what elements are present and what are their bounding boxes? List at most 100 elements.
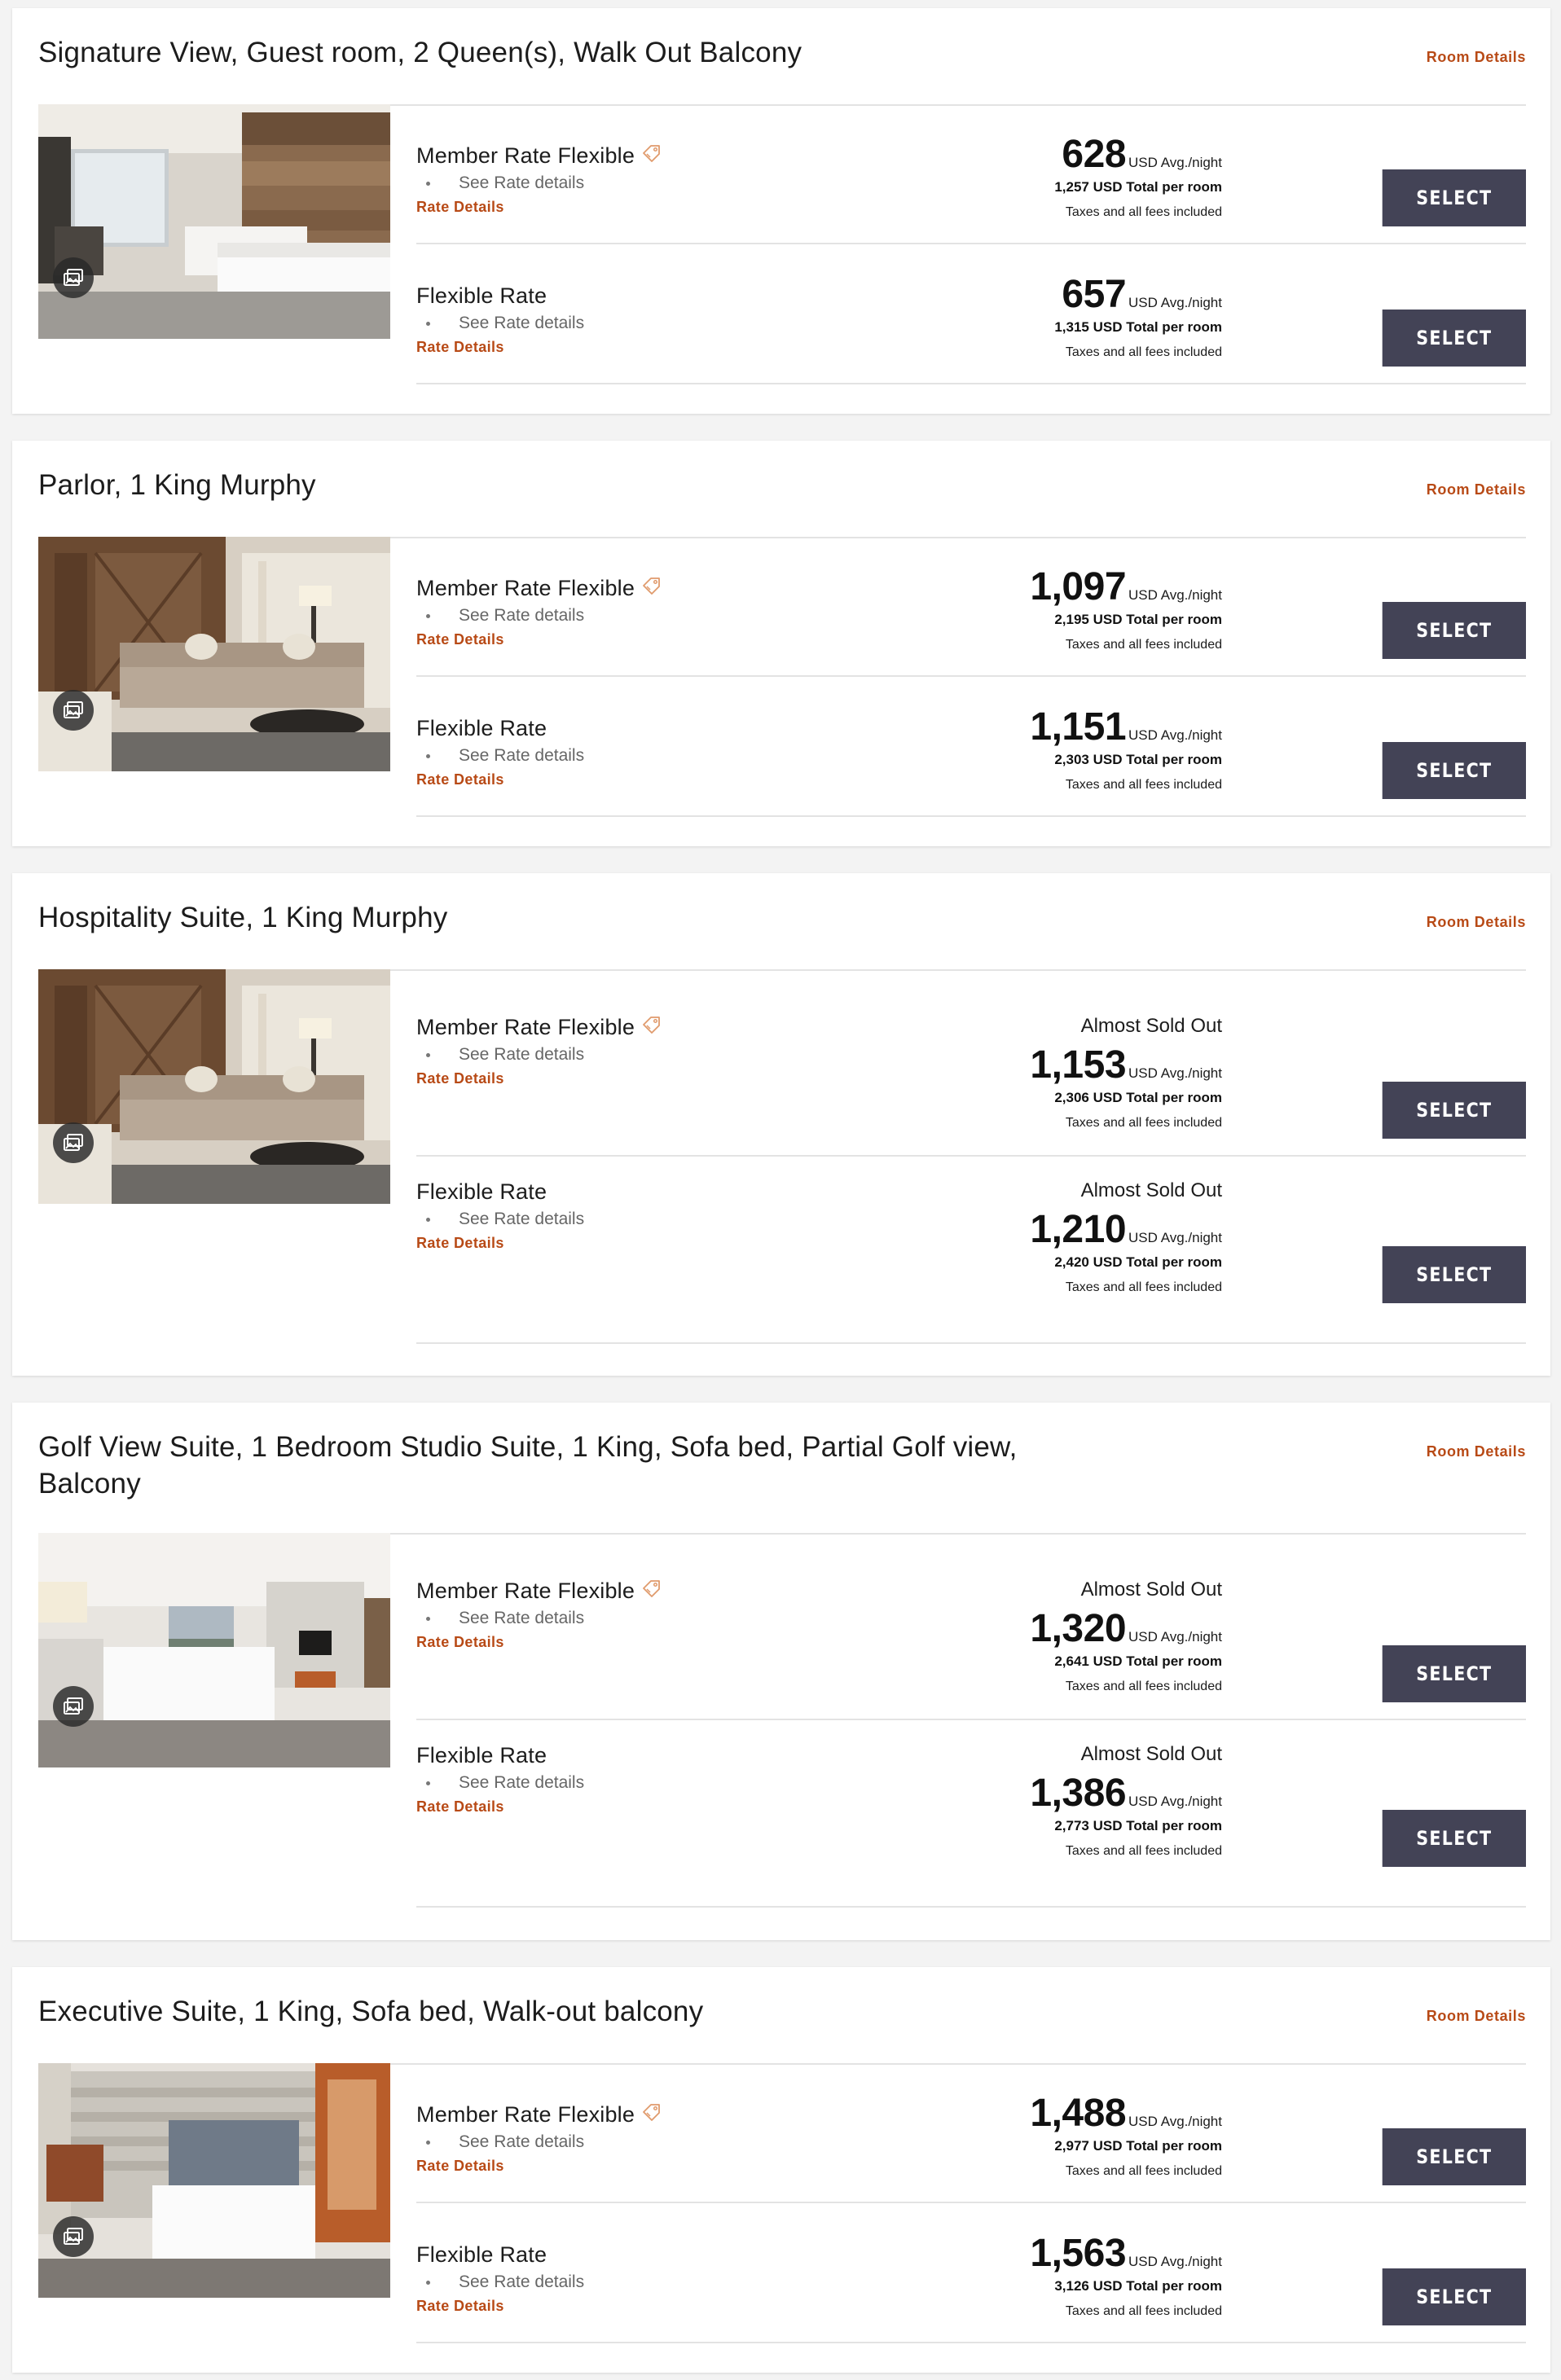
image-gallery-icon[interactable] bbox=[53, 2216, 94, 2257]
total-price: 2,306 USD Total per room bbox=[1030, 1090, 1222, 1106]
room-body: Member Rate Flexible See Rate details Rat… bbox=[38, 104, 1526, 384]
rate-name: Flexible Rate bbox=[416, 1179, 547, 1204]
see-rate-details-text: See Rate details bbox=[459, 1210, 585, 1228]
image-gallery-icon[interactable] bbox=[53, 257, 94, 298]
rate-row: Member Rate Flexible See Rate details Rat… bbox=[416, 537, 1526, 677]
see-rate-details-item: See Rate details bbox=[416, 1609, 662, 1628]
rate-info: Member Rate Flexible See Rate details Rat… bbox=[416, 576, 662, 648]
image-gallery-icon[interactable] bbox=[53, 1122, 94, 1163]
nightly-price: 1,320 bbox=[1030, 1607, 1127, 1650]
taxes-note: Taxes and all fees included bbox=[1065, 1116, 1222, 1130]
room-details-link[interactable]: Room Details bbox=[1427, 481, 1526, 498]
rate-row: Member Rate Flexible See Rate details Rat… bbox=[416, 1533, 1526, 1720]
total-price-value: 2,303 bbox=[1054, 752, 1089, 767]
price-block: 1,151 USD Avg./night 2,303 USD Total per r… bbox=[1030, 706, 1222, 793]
room-card: Signature View, Guest room, 2 Queen(s), … bbox=[12, 8, 1550, 414]
room-photo[interactable] bbox=[38, 537, 390, 771]
nightly-price: 1,386 bbox=[1030, 1772, 1127, 1815]
image-gallery-icon[interactable] bbox=[53, 1686, 94, 1727]
rate-name-line: Member Rate Flexible bbox=[416, 1579, 662, 1604]
nightly-price: 657 bbox=[1062, 273, 1127, 316]
rate-details-link[interactable]: Rate Details bbox=[416, 631, 504, 648]
total-price-value: 1,315 bbox=[1054, 319, 1089, 335]
room-photo[interactable] bbox=[38, 104, 390, 339]
price-line: 628 USD Avg./night bbox=[1054, 134, 1222, 176]
nightly-price: 1,210 bbox=[1030, 1208, 1127, 1251]
see-rate-details-item: See Rate details bbox=[416, 606, 662, 626]
rate-info: Flexible Rate See Rate details Rate Detail… bbox=[416, 2242, 584, 2315]
rate-name-line: Flexible Rate bbox=[416, 1179, 584, 1205]
price-tag-icon bbox=[641, 1579, 662, 1604]
price-unit: USD Avg./night bbox=[1128, 295, 1222, 310]
select-button[interactable]: SELECT bbox=[1382, 1082, 1526, 1139]
rate-details-link[interactable]: Rate Details bbox=[416, 1634, 504, 1651]
price-line: 1,488 USD Avg./night bbox=[1030, 2092, 1222, 2135]
room-details-link[interactable]: Room Details bbox=[1427, 2008, 1526, 2025]
rate-list: Member Rate Flexible See Rate details Rat… bbox=[390, 2063, 1526, 2343]
rate-details-link[interactable]: Rate Details bbox=[416, 771, 504, 788]
see-rate-details-item: See Rate details bbox=[416, 2272, 584, 2292]
total-price: 2,641 USD Total per room bbox=[1030, 1653, 1222, 1670]
select-button[interactable]: SELECT bbox=[1382, 1246, 1526, 1303]
select-button[interactable]: SELECT bbox=[1382, 2128, 1526, 2185]
total-price-suffix: USD Total per room bbox=[1093, 612, 1222, 627]
rate-row: Member Rate Flexible See Rate details Rat… bbox=[416, 2063, 1526, 2203]
rate-details-link[interactable]: Rate Details bbox=[416, 339, 504, 356]
bullet-dot bbox=[426, 1781, 430, 1785]
room-photo[interactable] bbox=[38, 1533, 390, 1767]
total-price: 2,195 USD Total per room bbox=[1030, 612, 1222, 628]
price-block: 1,488 USD Avg./night 2,977 USD Total per r… bbox=[1030, 2092, 1222, 2179]
price-unit: USD Avg./night bbox=[1128, 1065, 1222, 1081]
taxes-note: Taxes and all fees included bbox=[1065, 1680, 1222, 1693]
price-unit: USD Avg./night bbox=[1128, 1629, 1222, 1644]
rate-details-link[interactable]: Rate Details bbox=[416, 199, 504, 216]
nightly-price: 1,563 bbox=[1030, 2232, 1127, 2275]
total-price-value: 2,641 bbox=[1054, 1653, 1089, 1669]
room-details-link[interactable]: Room Details bbox=[1427, 49, 1526, 66]
room-photo[interactable] bbox=[38, 2063, 390, 2298]
price-block: Almost Sold Out 1,320 USD Avg./night 2,641 … bbox=[1030, 1579, 1222, 1694]
price-line: 1,386 USD Avg./night bbox=[1030, 1772, 1222, 1815]
select-button[interactable]: SELECT bbox=[1382, 2268, 1526, 2325]
see-rate-details-text: See Rate details bbox=[459, 1773, 585, 1792]
taxes-note: Taxes and all fees included bbox=[1065, 778, 1222, 792]
price-line: 1,151 USD Avg./night bbox=[1030, 706, 1222, 749]
room-details-link[interactable]: Room Details bbox=[1427, 914, 1526, 931]
select-button[interactable]: SELECT bbox=[1382, 310, 1526, 367]
rate-details-link[interactable]: Rate Details bbox=[416, 2158, 504, 2175]
see-rate-details-text: See Rate details bbox=[459, 2272, 585, 2291]
select-button[interactable]: SELECT bbox=[1382, 602, 1526, 659]
select-button[interactable]: SELECT bbox=[1382, 742, 1526, 799]
room-body: Member Rate Flexible See Rate details Rat… bbox=[38, 537, 1526, 817]
rate-list: Member Rate Flexible See Rate details Rat… bbox=[390, 1533, 1526, 1908]
rate-details-link[interactable]: Rate Details bbox=[416, 1235, 504, 1252]
bullet-dot bbox=[426, 1616, 430, 1621]
see-rate-details-text: See Rate details bbox=[459, 2132, 585, 2151]
room-photo[interactable] bbox=[38, 969, 390, 1204]
availability-status: Almost Sold Out bbox=[1080, 1179, 1222, 1201]
rate-name: Member Rate Flexible bbox=[416, 1579, 635, 1603]
room-header: Executive Suite, 1 King, Sofa bed, Walk-… bbox=[38, 1967, 1526, 2034]
select-button[interactable]: SELECT bbox=[1382, 1645, 1526, 1702]
select-button[interactable]: SELECT bbox=[1382, 1810, 1526, 1867]
taxes-note: Taxes and all fees included bbox=[1065, 205, 1222, 219]
room-card: Golf View Suite, 1 Bedroom Studio Suite,… bbox=[12, 1403, 1550, 1940]
total-price-suffix: USD Total per room bbox=[1093, 1090, 1222, 1105]
rate-details-link[interactable]: Rate Details bbox=[416, 1798, 504, 1816]
bullet-dot bbox=[426, 753, 430, 758]
rate-details-link[interactable]: Rate Details bbox=[416, 1070, 504, 1087]
rate-info: Member Rate Flexible See Rate details Rat… bbox=[416, 2102, 662, 2175]
room-details-link[interactable]: Room Details bbox=[1427, 1443, 1526, 1460]
rate-name: Member Rate Flexible bbox=[416, 1015, 635, 1039]
price-block: 657 USD Avg./night 1,315 USD Total per roo… bbox=[1054, 274, 1222, 360]
price-unit: USD Avg./night bbox=[1128, 1230, 1222, 1245]
rate-list: Member Rate Flexible See Rate details Rat… bbox=[390, 537, 1526, 817]
rate-name-line: Flexible Rate bbox=[416, 283, 584, 309]
image-gallery-icon[interactable] bbox=[53, 690, 94, 731]
total-price: 2,420 USD Total per room bbox=[1030, 1254, 1222, 1271]
select-button[interactable]: SELECT bbox=[1382, 169, 1526, 226]
price-unit: USD Avg./night bbox=[1128, 727, 1222, 743]
rate-details-link[interactable]: Rate Details bbox=[416, 2298, 504, 2315]
total-price: 1,257 USD Total per room bbox=[1054, 179, 1222, 195]
total-price-value: 2,306 bbox=[1054, 1090, 1089, 1105]
